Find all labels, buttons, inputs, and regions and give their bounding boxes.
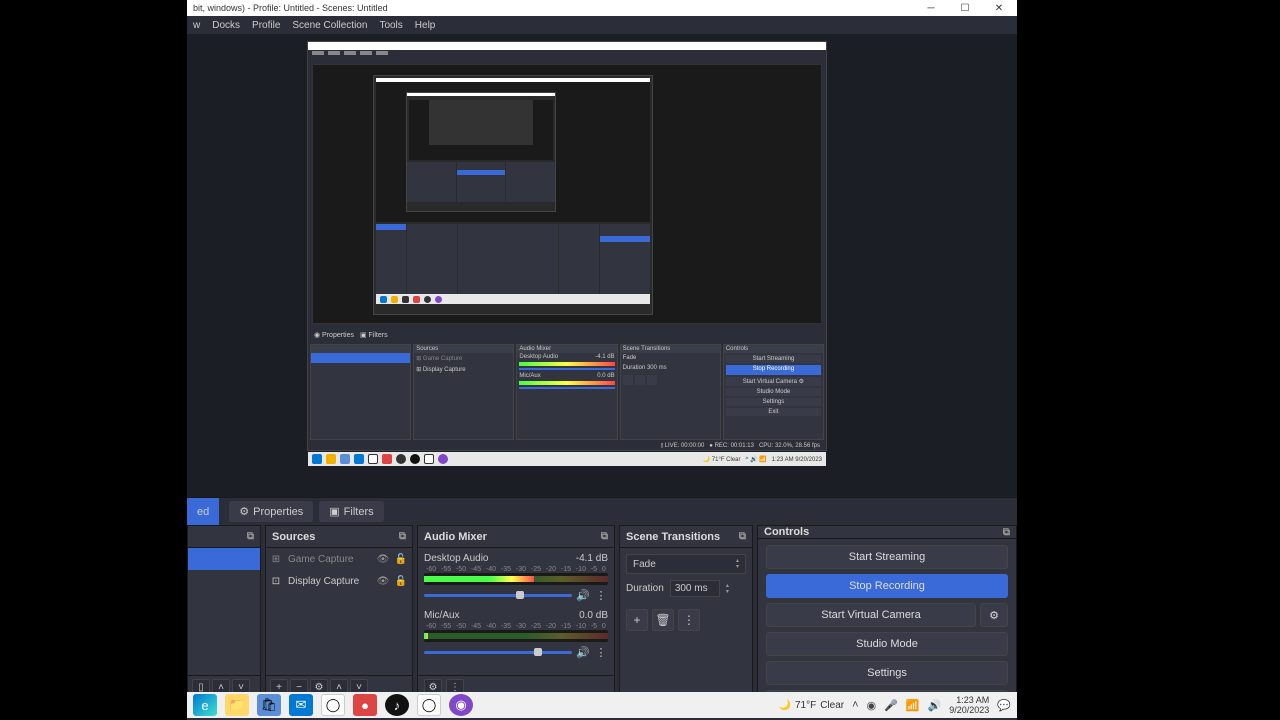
taskbar-mail-icon[interactable]: ✉ [289,694,313,716]
transition-remove-button[interactable]: 🗑 [652,609,674,631]
taskbar-app-icon[interactable]: ◯ [321,694,345,716]
lock-icon[interactable]: 🔓 [394,576,408,587]
filters-button[interactable]: ▣Filters [319,501,383,522]
volume-slider[interactable] [424,651,572,654]
taskbar-edge-icon[interactable]: e [193,694,217,716]
start-virtual-camera-button[interactable]: Start Virtual Camera [766,603,976,627]
popout-icon[interactable]: ⧉ [399,531,406,542]
duration-input[interactable] [670,580,720,597]
taskbar-clock[interactable]: 1:23 AM 9/20/2023 [949,695,989,715]
maximize-button[interactable]: ☐ [953,3,977,14]
properties-button[interactable]: ⚙Properties [229,501,313,522]
duration-spinner[interactable]: ▴▾ [726,583,729,595]
moon-icon: 🌙 [779,700,791,711]
more-icon[interactable]: ⋮ [594,589,608,602]
transition-select[interactable]: Fade▴▾ [626,554,746,574]
mixer-item-mic-aux: Mic/Aux0.0 dB -60-55-50-45-40-35-30-25-2… [418,605,614,662]
titlebar: bit, windows) - Profile: Untitled - Scen… [187,0,1017,16]
transition-add-button[interactable]: + [626,609,648,631]
source-item-display-capture[interactable]: ⊡ Display Capture 👁 🔓 [266,570,412,592]
duration-label: Duration [626,583,664,594]
menu-tools[interactable]: Tools [379,20,402,31]
start-streaming-button[interactable]: Start Streaming [766,545,1008,569]
source-icon: ⊡ [270,576,282,587]
tray-mic-icon[interactable]: 🎤 [884,699,898,712]
transitions-title: Scene Transitions [626,531,720,543]
controls-panel: Controls ⧉ Start Streaming Stop Recording… [757,525,1017,700]
controls-title: Controls [764,526,809,538]
taskbar-obs-icon[interactable]: ◉ [449,694,473,716]
scene-item[interactable] [188,548,260,570]
source-icon: ⊞ [270,554,282,565]
obs-window: bit, windows) - Profile: Untitled - Scen… [187,0,1017,720]
menubar: w Docks Profile Scene Collection Tools H… [187,16,1017,34]
popout-icon[interactable]: ⧉ [247,531,254,542]
sources-panel: Sources ⧉ ⊞ Game Capture 👁 🔓 ⊡ Display Cap… [265,525,413,700]
menu-docks[interactable]: Docks [212,20,240,31]
scene-tab[interactable]: ed [187,498,219,525]
popout-icon[interactable]: ⧉ [739,531,746,542]
tray-volume-icon[interactable]: 🔊 [928,699,942,712]
visibility-icon[interactable]: 👁 [376,576,390,587]
sources-title: Sources [272,531,315,543]
taskbar-app-icon[interactable]: ◯ [417,694,441,716]
filter-icon: ▣ [329,505,339,518]
virtual-camera-settings-button[interactable]: ⚙ [980,603,1008,627]
preview-area[interactable]: ◉ Properties ▣ Filters Sources ⊞ Game Ca… [187,34,1017,497]
popout-icon[interactable]: ⧉ [1003,527,1010,538]
gear-icon: ⚙ [239,505,249,518]
mixer-title: Audio Mixer [424,531,487,543]
menu-help[interactable]: Help [415,20,436,31]
minimize-button[interactable]: ─ [919,3,943,14]
speaker-icon[interactable]: 🔊 [576,646,590,659]
close-button[interactable]: ✕ [987,3,1011,14]
audio-mixer-panel: Audio Mixer ⧉ Desktop Audio-4.1 dB -60-55… [417,525,615,700]
taskbar-explorer-icon[interactable]: 📁 [225,694,249,716]
source-label: Game Capture [288,554,354,565]
menu-view[interactable]: w [193,20,200,31]
tray-chevron-icon[interactable]: ˄ [852,699,858,711]
docks-row: ⧉ ▯ ˄ ˅ Sources ⧉ ⊞ Game Capture 👁 🔓 ⊡ [187,525,1017,700]
taskbar-weather[interactable]: 🌙 71°F Clear [779,700,845,711]
taskbar-store-icon[interactable]: 🛍 [257,694,281,716]
lock-icon[interactable]: 🔓 [394,554,408,565]
more-icon[interactable]: ⋮ [594,646,608,659]
menu-profile[interactable]: Profile [252,20,280,31]
source-label: Display Capture [288,576,359,587]
tray-obs-icon[interactable]: ◉ [867,699,877,712]
popout-icon[interactable]: ⧉ [601,531,608,542]
taskbar-tiktok-icon[interactable]: ♪ [385,694,409,716]
visibility-icon[interactable]: 👁 [376,554,390,565]
menu-scene-collection[interactable]: Scene Collection [292,20,367,31]
window-title: bit, windows) - Profile: Untitled - Scen… [193,3,919,13]
settings-button[interactable]: Settings [766,661,1008,685]
volume-slider[interactable] [424,594,572,597]
taskbar-app-icon[interactable]: ● [353,694,377,716]
source-item-game-capture[interactable]: ⊞ Game Capture 👁 🔓 [266,548,412,570]
transition-menu-button[interactable]: ⋮ [678,609,700,631]
studio-mode-button[interactable]: Studio Mode [766,632,1008,656]
speaker-icon[interactable]: 🔊 [576,589,590,602]
tray-wifi-icon[interactable]: 📶 [906,699,920,712]
preview-content: ◉ Properties ▣ Filters Sources ⊞ Game Ca… [307,41,827,451]
windows-taskbar: e 📁 🛍 ✉ ◯ ● ♪ ◯ ◉ 🌙 71°F Clear ˄ ◉ 🎤 📶 🔊… [187,692,1017,718]
scene-transitions-panel: Scene Transitions⧉ Fade▴▾ Duration ▴▾ + … [619,525,753,700]
scene-toolbar-row: ed ⚙Properties ▣Filters [187,497,1017,525]
stop-recording-button[interactable]: Stop Recording [766,574,1008,598]
scenes-panel: ⧉ ▯ ˄ ˅ [187,525,261,700]
tray-notifications-icon[interactable]: 💬 [997,699,1011,712]
mixer-item-desktop-audio: Desktop Audio-4.1 dB -60-55-50-45-40-35-… [418,548,614,605]
